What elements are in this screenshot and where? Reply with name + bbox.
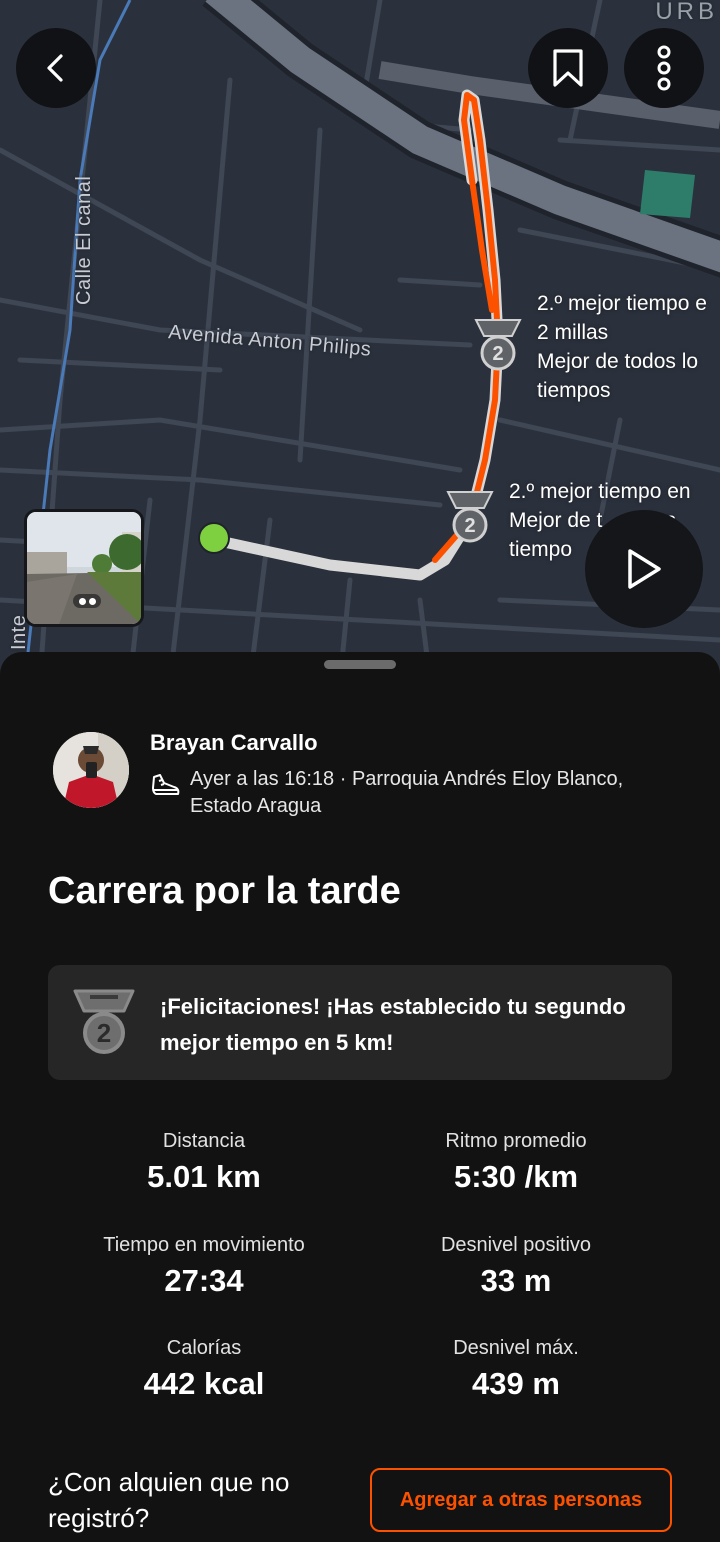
stat-value: 27:34 — [164, 1263, 244, 1298]
stat-value: 442 kcal — [143, 1366, 265, 1401]
bookmark-icon — [553, 49, 583, 87]
achievement-line: 2 millas — [537, 321, 609, 344]
achievement-text: ¡Felicitaciones! ¡Has establecido tu seg… — [160, 994, 626, 1055]
achievement-banner[interactable]: 2 ¡Felicitaciones! ¡Has establecido tu s… — [48, 965, 672, 1080]
more-vertical-icon — [657, 45, 671, 91]
street-photo — [27, 512, 141, 624]
activity-photo-thumbnail[interactable] — [24, 509, 144, 627]
stat-label: Distancia — [162, 1130, 246, 1152]
achievement-line: Mejor de todos lo — [537, 350, 699, 373]
more-options-button[interactable] — [624, 28, 704, 108]
route-map[interactable]: 2 2 URB Calle El canal Avenida Anton Phi… — [0, 0, 720, 680]
stat-distance: Distancia 5.01 km — [54, 1130, 354, 1195]
play-flyover-button[interactable] — [585, 510, 703, 628]
activity-details-sheet: Brayan Carvallo Ayer a las 16:18 · Parro… — [0, 652, 720, 1542]
stat-value: 5.01 km — [147, 1159, 261, 1194]
stat-value: 439 m — [472, 1366, 560, 1401]
stat-label: Desnivel máx. — [453, 1337, 579, 1359]
stat-avg-pace: Ritmo promedio 5:30 /km — [366, 1130, 666, 1195]
map-medal-icon: 2 — [474, 319, 522, 371]
stat-value: 33 m — [480, 1263, 552, 1298]
medal-rank: 2 — [97, 1018, 111, 1048]
medal-2-icon: 2 — [73, 989, 135, 1054]
stat-label: Tiempo en movimiento — [103, 1234, 305, 1256]
activity-meta: Ayer a las 16:18 · Parroquia Andrés Eloy… — [190, 768, 624, 817]
play-icon — [628, 549, 661, 589]
svg-text:2: 2 — [492, 343, 503, 365]
athlete-photo — [53, 732, 129, 808]
achievement-line: 2.º mejor tiempo en — [509, 480, 691, 503]
avatar[interactable] — [53, 732, 129, 808]
add-others-prompt: ¿Con alquien que no registró? — [48, 1467, 290, 1533]
photo-pager-dots — [73, 594, 101, 608]
sheet-drag-handle[interactable] — [324, 660, 396, 669]
achievement-line: 2.º mejor tiempo e — [537, 292, 707, 315]
stat-calories: Calorías 442 kcal — [54, 1337, 354, 1402]
achievement-line: tiempos — [537, 379, 611, 402]
activity-title: Carrera por la tarde — [48, 870, 401, 912]
stat-label: Ritmo promedio — [445, 1130, 587, 1152]
athlete-name[interactable]: Brayan Carvallo — [150, 730, 318, 756]
bookmark-button[interactable] — [528, 28, 608, 108]
back-button[interactable] — [16, 28, 96, 108]
stat-moving-time: Tiempo en movimiento 27:34 — [54, 1234, 354, 1299]
back-arrow-icon — [47, 54, 63, 82]
running-shoe-icon — [152, 774, 180, 795]
stat-max-elevation: Desnivel máx. 439 m — [366, 1337, 666, 1402]
map-label-calle-el-canal: Calle El canal — [73, 175, 95, 305]
stat-elevation-gain: Desnivel positivo 33 m — [366, 1234, 666, 1299]
map-label-urb: URB — [655, 0, 718, 25]
add-others-button[interactable]: Agregar a otras personas — [370, 1468, 672, 1532]
map-achievement-label: 2.º mejor tiempo e 2 millas Mejor de tod… — [537, 289, 707, 405]
stat-label: Calorías — [166, 1337, 242, 1359]
svg-text:2: 2 — [464, 515, 475, 537]
stat-value: 5:30 /km — [453, 1159, 579, 1194]
stat-label: Desnivel positivo — [440, 1234, 592, 1256]
